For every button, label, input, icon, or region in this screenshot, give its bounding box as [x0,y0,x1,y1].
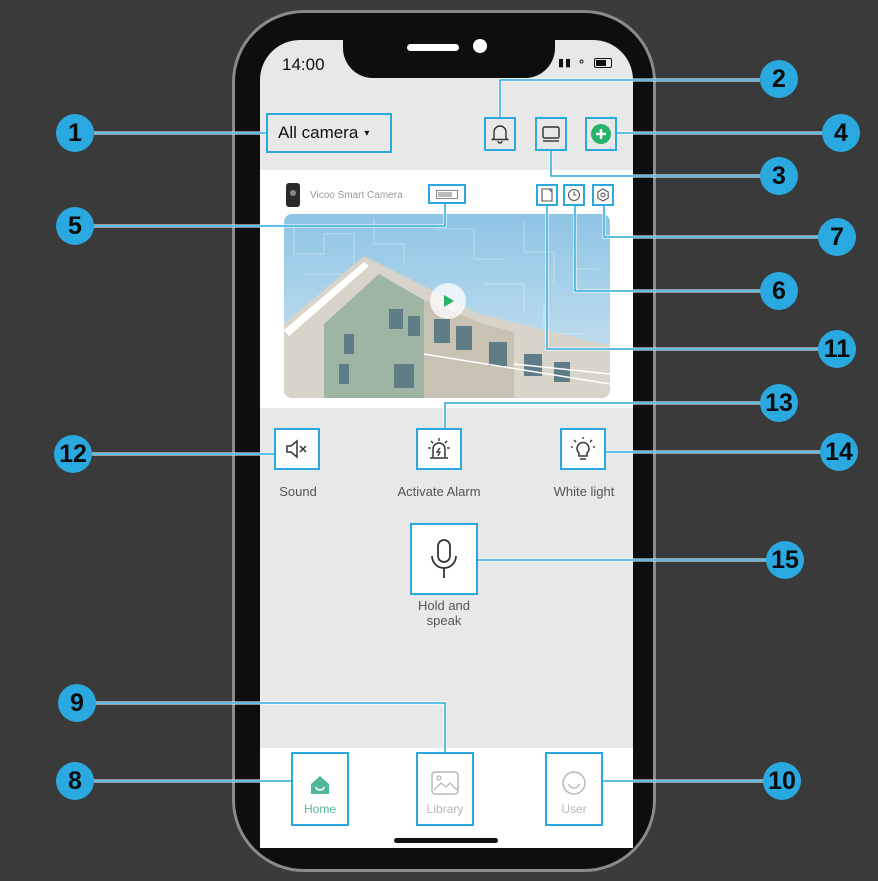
callout-7: 7 [818,218,856,256]
diagram-stage: 14:00 ▮▮ ⚬ All camera ▾ Vicoo Smart Came… [0,0,878,881]
callout-2: 2 [760,60,798,98]
callout-12: 12 [54,435,92,473]
callout-14: 14 [820,433,858,471]
callout-9: 9 [58,684,96,722]
callout-11: 11 [818,330,856,368]
callout-5: 5 [56,207,94,245]
leader-lines-core [92,79,824,782]
callout-13: 13 [760,384,798,422]
callout-15: 15 [766,541,804,579]
callout-4: 4 [822,114,860,152]
callout-1: 1 [56,114,94,152]
callout-8: 8 [56,762,94,800]
leader-lines-outline [92,78,824,783]
callout-lines [92,78,824,783]
callout-6: 6 [760,272,798,310]
callout-10: 10 [763,762,801,800]
callout-3: 3 [760,157,798,195]
